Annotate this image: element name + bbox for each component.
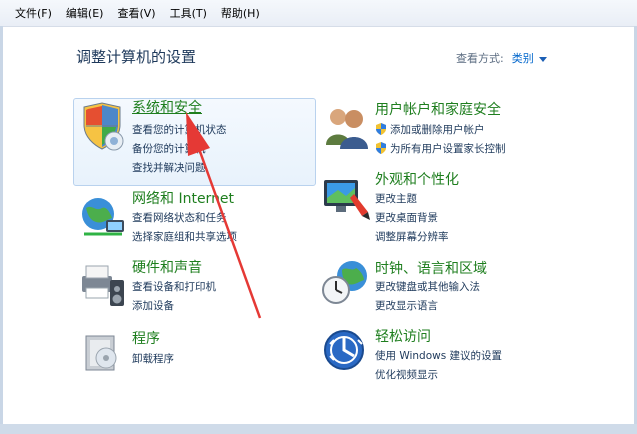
shield-pc-icon	[83, 102, 124, 151]
task-recommended-settings[interactable]: 使用 Windows 建议的设置	[375, 348, 502, 363]
programs-box-icon	[85, 335, 117, 371]
menu-view[interactable]: 查看(V)	[110, 5, 162, 21]
task-view-computer-status[interactable]: 查看您的计算机状态	[132, 122, 227, 137]
view-mode-value[interactable]: 类别	[512, 52, 534, 65]
chevron-down-icon[interactable]	[538, 56, 547, 62]
category-ease-of-access-title[interactable]: 轻松访问	[375, 326, 431, 346]
task-change-display-language[interactable]: 更改显示语言	[375, 298, 438, 313]
category-clock-region-title[interactable]: 时钟、语言和区域	[375, 258, 487, 278]
category-appearance-title[interactable]: 外观和个性化	[375, 169, 459, 189]
menu-bar: 文件(F) 编辑(E) 查看(V) 工具(T) 帮助(H)	[0, 0, 637, 27]
task-troubleshoot[interactable]: 查找并解决问题	[132, 160, 206, 175]
task-backup-computer[interactable]: 备份您的计算机	[132, 141, 206, 156]
task-change-keyboard[interactable]: 更改键盘或其他输入法	[375, 279, 480, 294]
task-add-remove-users[interactable]: 添加或删除用户帐户	[375, 122, 485, 137]
task-devices-printers[interactable]: 查看设备和打印机	[132, 279, 216, 294]
view-mode-selector[interactable]: 查看方式: 类别	[456, 50, 547, 66]
clock-globe-icon	[322, 261, 367, 304]
globe-network-icon	[82, 198, 124, 236]
view-mode-label: 查看方式:	[456, 52, 504, 65]
task-optimize-display[interactable]: 优化视频显示	[375, 367, 438, 382]
category-programs-title[interactable]: 程序	[132, 328, 160, 348]
task-parental-controls[interactable]: 为所有用户设置家长控制	[375, 141, 506, 156]
users-icon	[326, 109, 368, 149]
uac-shield-icon	[376, 123, 386, 135]
monitor-paint-icon	[324, 180, 370, 220]
task-parental-controls-label: 为所有用户设置家长控制	[390, 143, 506, 155]
category-system-security-title[interactable]: 系统和安全	[132, 97, 202, 117]
task-add-device[interactable]: 添加设备	[132, 298, 174, 313]
category-user-accounts-title[interactable]: 用户帐户和家庭安全	[375, 99, 501, 119]
window-frame-bottom	[0, 424, 637, 434]
ease-of-access-icon	[324, 330, 364, 370]
category-hardware-sound-title[interactable]: 硬件和声音	[132, 257, 202, 277]
task-uninstall-program[interactable]: 卸载程序	[132, 351, 174, 366]
page-title: 调整计算机的设置	[76, 48, 197, 66]
menu-tools[interactable]: 工具(T)	[163, 5, 214, 21]
menu-file[interactable]: 文件(F)	[8, 5, 59, 21]
task-change-theme[interactable]: 更改主题	[375, 191, 417, 206]
task-add-remove-users-label: 添加或删除用户帐户	[390, 124, 485, 136]
task-homegroup-sharing[interactable]: 选择家庭组和共享选项	[132, 229, 237, 244]
menu-edit[interactable]: 编辑(E)	[59, 5, 111, 21]
task-adjust-resolution[interactable]: 调整屏幕分辨率	[375, 229, 449, 244]
category-network-internet-title[interactable]: 网络和 Internet	[132, 188, 234, 208]
uac-shield-icon	[376, 142, 386, 154]
task-network-status[interactable]: 查看网络状态和任务	[132, 210, 227, 225]
printer-speaker-icon	[82, 265, 124, 306]
task-change-desktop-background[interactable]: 更改桌面背景	[375, 210, 438, 225]
window-frame-left	[0, 26, 3, 434]
menu-help[interactable]: 帮助(H)	[214, 5, 267, 21]
